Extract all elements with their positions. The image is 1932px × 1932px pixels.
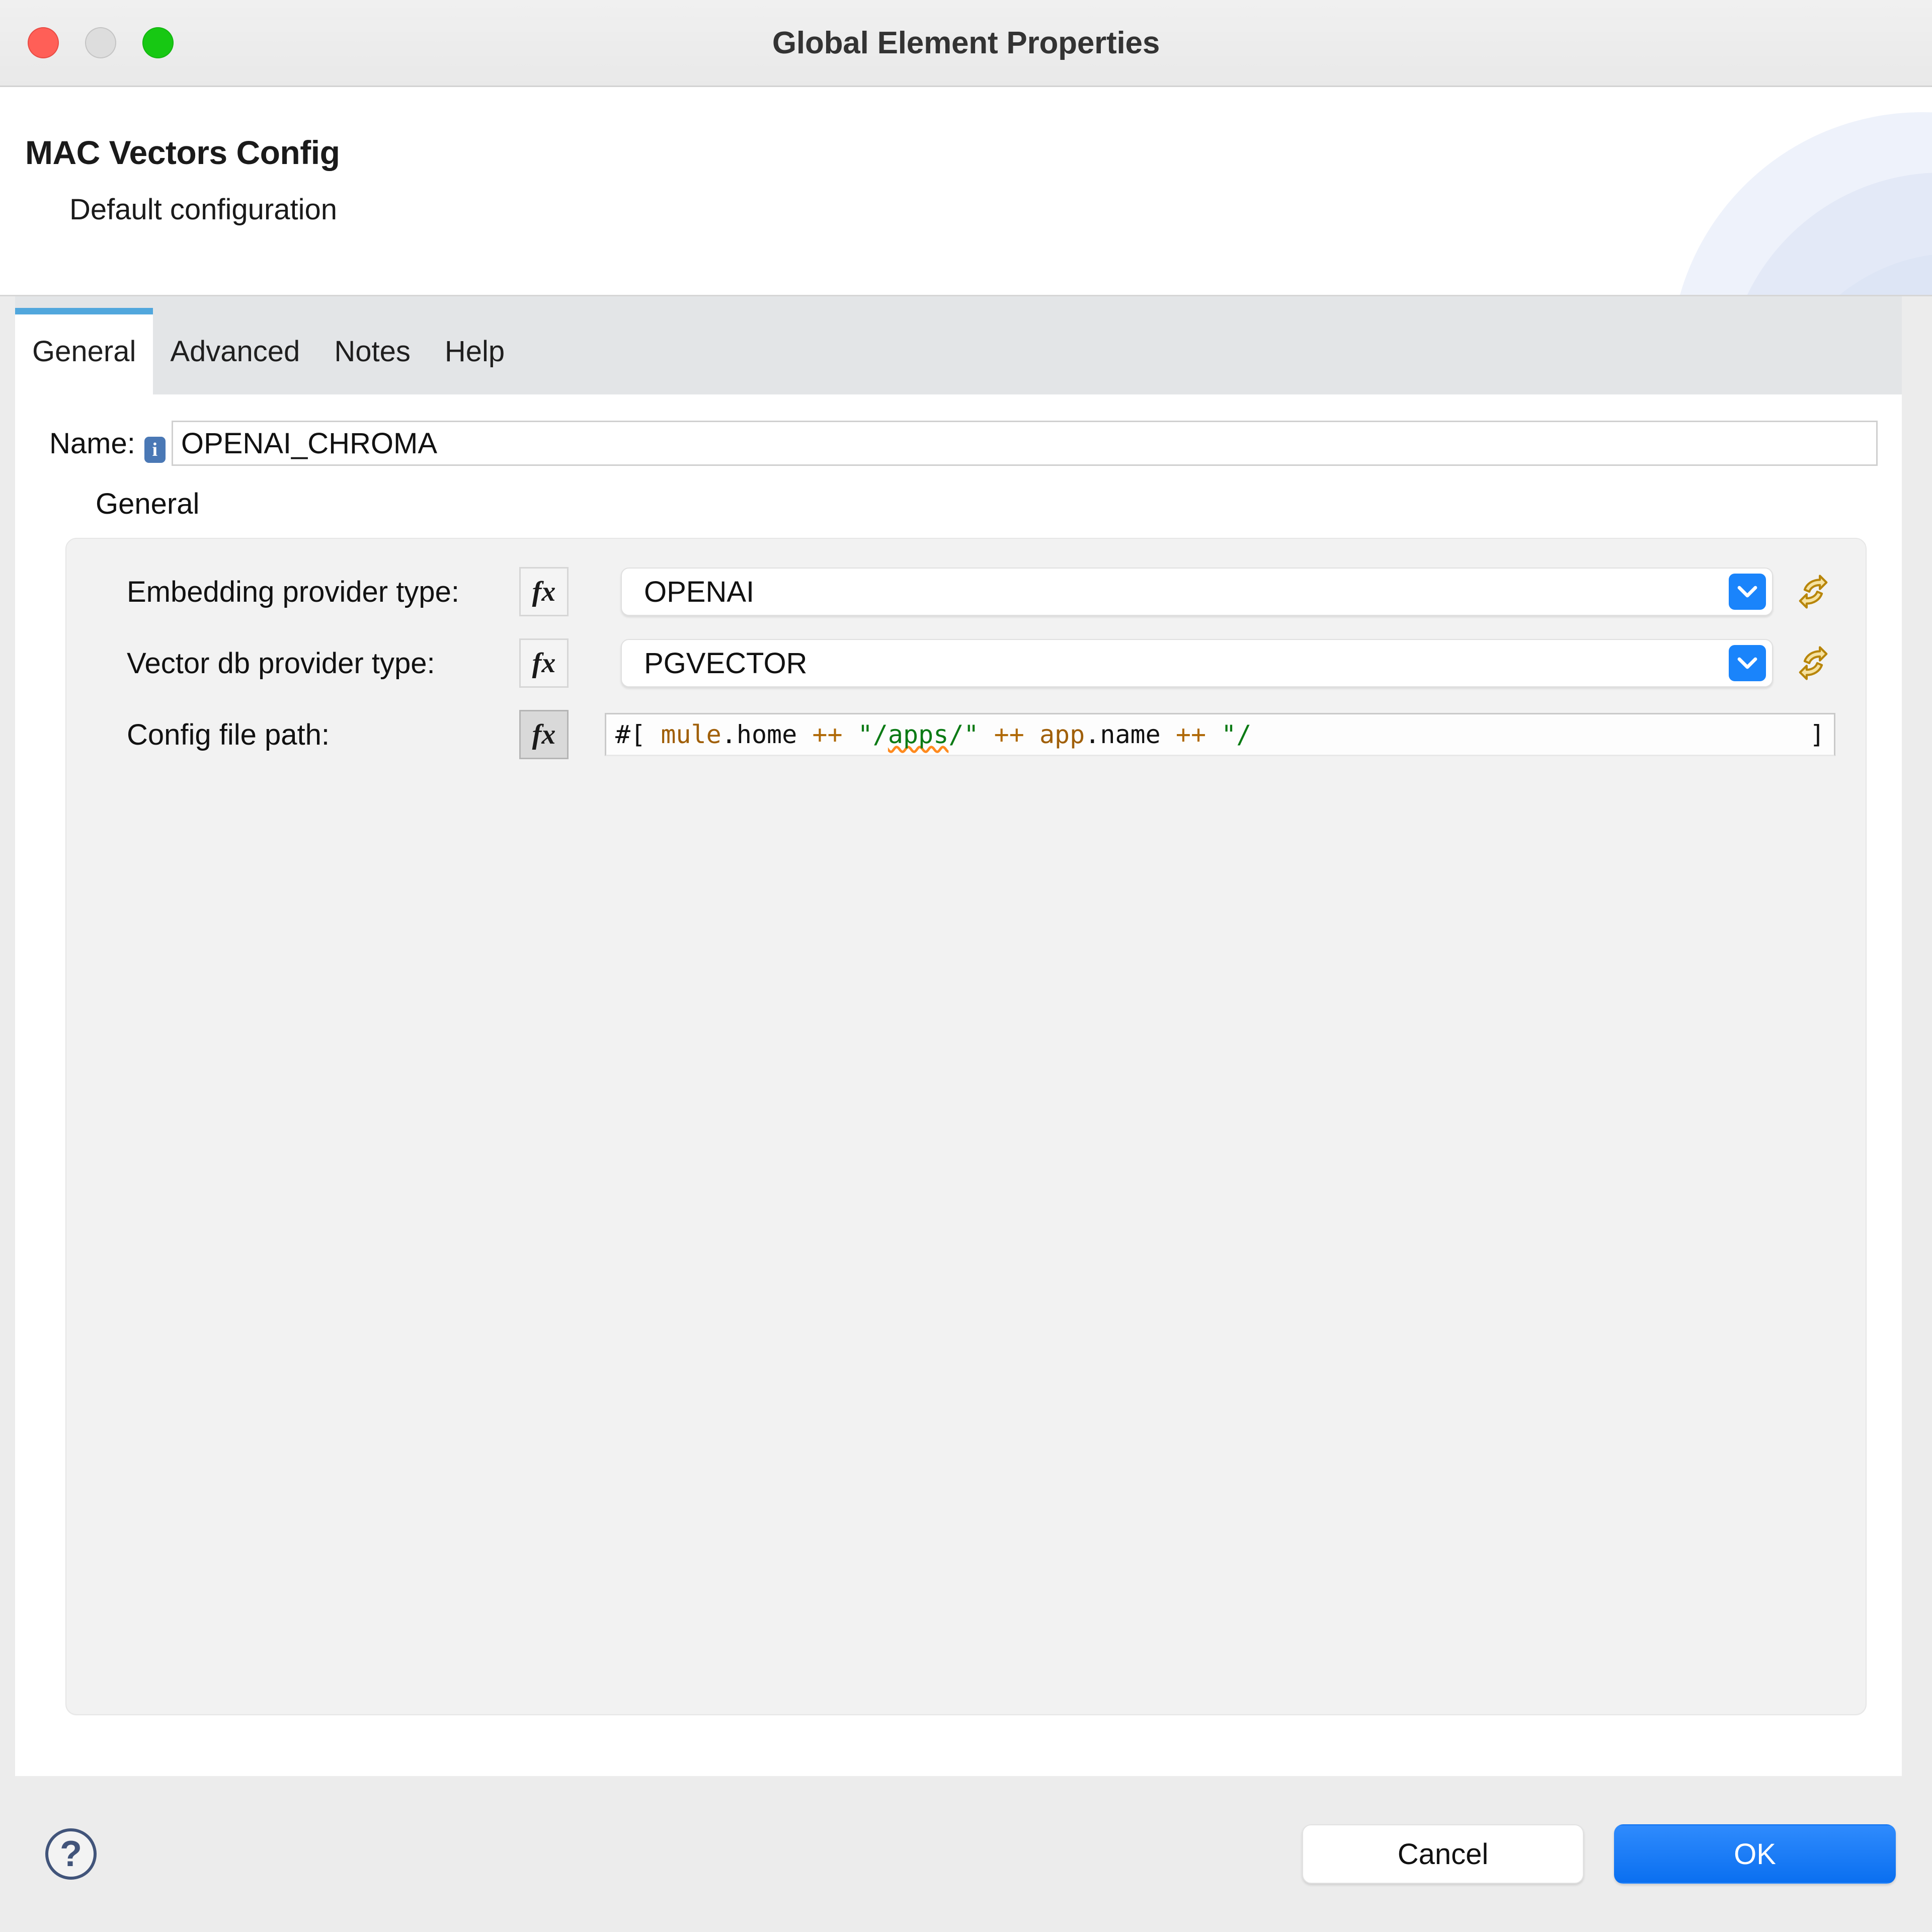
chevron-down-icon[interactable] [1729, 645, 1766, 681]
traffic-light-group [28, 27, 174, 58]
help-icon[interactable]: ? [45, 1828, 97, 1880]
expression-closing-bracket: ] [1809, 720, 1825, 749]
expression-token: #[ [615, 720, 661, 749]
embedding-provider-type-value: OPENAI [644, 575, 755, 608]
embedding-provider-type-select[interactable]: OPENAI [621, 568, 1773, 616]
arc-middle [1726, 173, 1932, 295]
expression-tokens: #[ mule.home ++ "/apps/" ++ app.name ++ … [615, 720, 1251, 749]
field-row-vector-db-provider-type: Vector db provider type: fx PGVECTOR [66, 638, 1866, 688]
ok-button[interactable]: OK [1614, 1824, 1896, 1884]
tab-help-label: Help [444, 335, 505, 368]
minimize-window-button[interactable] [85, 27, 116, 58]
fx-toggle-embedding-provider-type[interactable]: fx [519, 567, 569, 616]
expression-token: .home [721, 720, 813, 749]
chevron-down-icon[interactable] [1729, 574, 1766, 610]
expression-token: ++ [994, 720, 1039, 749]
tab-help[interactable]: Help [428, 308, 522, 394]
vector-db-provider-type-select[interactable]: PGVECTOR [621, 639, 1773, 687]
tab-content-area: Name: i General Embedding provider type:… [0, 394, 1932, 1776]
refresh-icon-vector-db-provider-type[interactable] [1791, 641, 1835, 685]
expression-token: .name [1085, 720, 1176, 749]
dialog-footer: ? Cancel OK [0, 1776, 1932, 1932]
config-file-path-expression-input[interactable]: #[ mule.home ++ "/apps/" ++ app.name ++ … [605, 713, 1835, 756]
embedding-provider-type-label: Embedding provider type: [127, 575, 459, 608]
vector-db-provider-type-value: PGVECTOR [644, 647, 808, 680]
tab-strip-wrapper: General Advanced Notes Help [0, 296, 1932, 394]
page-subtitle: Default configuration [69, 193, 337, 226]
vector-db-provider-type-label: Vector db provider type: [127, 647, 435, 680]
close-window-button[interactable] [28, 27, 59, 58]
window-title: Global Element Properties [772, 25, 1160, 60]
info-icon[interactable]: i [144, 437, 166, 463]
expression-token: "/ [1221, 720, 1252, 749]
general-tab-panel: Name: i General Embedding provider type:… [15, 394, 1902, 1776]
expression-token: mule [661, 720, 721, 749]
expression-token: apps [888, 720, 949, 749]
tab-notes[interactable]: Notes [317, 308, 428, 394]
expression-token: "/ [857, 720, 888, 749]
page-title: MAC Vectors Config [25, 134, 340, 171]
field-row-config-file-path: Config file path: fx #[ mule.home ++ "/a… [66, 710, 1866, 759]
vector-db-provider-type-combo-wrap: PGVECTOR [621, 639, 1773, 687]
name-row: Name: i [15, 394, 1902, 466]
name-label: Name: [49, 427, 135, 460]
tab-general-label: General [32, 335, 136, 368]
title-bar: Global Element Properties [0, 0, 1932, 87]
tab-general[interactable]: General [15, 308, 153, 394]
expression-token: ++ [812, 720, 858, 749]
expression-token: /" [948, 720, 994, 749]
name-input[interactable] [171, 421, 1878, 466]
expression-token: ++ [1175, 720, 1222, 749]
arc-inner [1771, 253, 1932, 295]
group-caption: General [96, 488, 200, 520]
fx-toggle-config-file-path[interactable]: fx [519, 710, 569, 759]
fx-toggle-vector-db-provider-type[interactable]: fx [519, 638, 569, 688]
expression-token: app [1039, 720, 1085, 749]
config-file-path-expression-wrap: #[ mule.home ++ "/apps/" ++ app.name ++ … [605, 713, 1835, 756]
embedding-provider-type-combo-wrap: OPENAI [621, 568, 1773, 616]
global-element-properties-window: Global Element Properties MAC Vectors Co… [0, 0, 1932, 1932]
field-row-embedding-provider-type: Embedding provider type: fx OPENAI [66, 567, 1866, 616]
tab-advanced[interactable]: Advanced [153, 308, 317, 394]
tab-advanced-label: Advanced [170, 335, 300, 368]
maximize-window-button[interactable] [142, 27, 174, 58]
cancel-button[interactable]: Cancel [1302, 1824, 1584, 1884]
config-file-path-label: Config file path: [127, 718, 330, 751]
tab-notes-label: Notes [334, 335, 411, 368]
general-group-box: Embedding provider type: fx OPENAI Vecto… [65, 538, 1867, 1715]
tab-strip: General Advanced Notes Help [15, 296, 1902, 394]
refresh-icon-embedding-provider-type[interactable] [1791, 570, 1835, 614]
dialog-header: MAC Vectors Config Default configuration [0, 87, 1932, 296]
